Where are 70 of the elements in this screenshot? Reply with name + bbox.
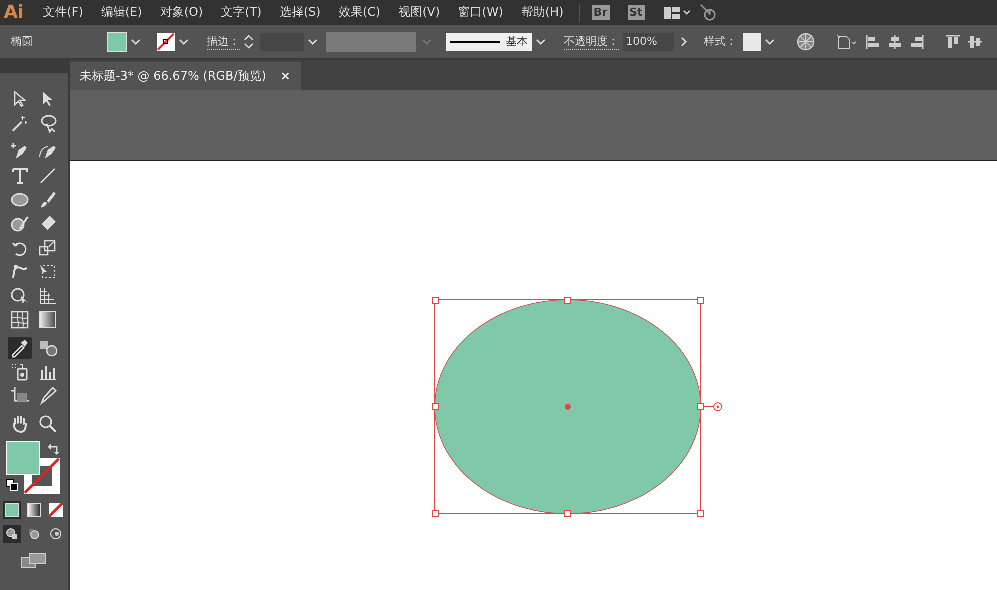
menu-item[interactable]: 选择(S) [270, 4, 330, 21]
align-right-icon[interactable] [909, 34, 925, 50]
line-icon [38, 166, 58, 186]
gradient-mode-button[interactable] [25, 501, 43, 519]
menu-item[interactable]: 文件(F) [34, 4, 92, 21]
fill-swatch[interactable] [107, 32, 127, 52]
caret-icon[interactable] [131, 38, 141, 44]
gradient-icon [38, 310, 58, 330]
document-icon[interactable] [835, 34, 859, 50]
draw-inside-icon [50, 528, 62, 540]
mesh-icon [10, 310, 30, 330]
none-swatch-icon [49, 503, 63, 517]
menu-item[interactable]: 对象(O) [151, 4, 212, 21]
screen-mode-icon[interactable] [21, 553, 47, 569]
caret-icon[interactable] [308, 38, 318, 44]
none-mode-button[interactable] [47, 501, 65, 519]
style-swatch[interactable] [743, 32, 761, 50]
brush-icon [38, 190, 58, 210]
eyedropper-tool-button[interactable] [8, 337, 32, 359]
menu-item[interactable]: 编辑(E) [92, 4, 152, 21]
opacity-field[interactable]: 100% [623, 32, 674, 50]
recolor-icon[interactable] [797, 32, 815, 50]
draw-normal-icon [6, 528, 18, 540]
draw-normal-button[interactable] [3, 525, 21, 543]
chevron-right-icon[interactable] [680, 36, 688, 46]
app-launch-button[interactable]: Br [592, 5, 610, 20]
app-launch-button[interactable]: St [628, 5, 645, 20]
align-middle-icon[interactable] [967, 34, 983, 50]
menu-item[interactable]: 文字(T) [212, 4, 271, 21]
align-center-icon[interactable] [887, 34, 903, 50]
document-tab[interactable]: 未标题-3* @ 66.67% (RGB/预览) × [70, 62, 301, 90]
shaper-icon [10, 214, 30, 234]
default-colors-icon[interactable] [6, 479, 18, 491]
stroke-label[interactable]: 描边： [207, 34, 240, 50]
perspective-grid-icon [38, 286, 58, 306]
align-top-icon[interactable] [945, 34, 961, 50]
menu-item[interactable]: 视图(V) [390, 4, 450, 21]
style-label: 样式： [704, 34, 737, 49]
menu-item[interactable]: 帮助(H) [512, 4, 573, 21]
magic-wand-icon [10, 114, 30, 134]
opacity-label[interactable]: 不透明度： [564, 34, 619, 50]
app-logo: Ai [3, 2, 26, 23]
pen-icon [10, 142, 30, 162]
caret-icon[interactable] [765, 38, 775, 44]
caret-icon[interactable] [179, 38, 189, 44]
object-type-label: 椭圆 [10, 34, 34, 49]
eyedropper-icon [10, 338, 30, 358]
eraser-icon [38, 214, 58, 234]
color-mode-button[interactable] [3, 501, 21, 519]
close-tab-button[interactable]: × [280, 69, 291, 83]
spinner-icon[interactable] [244, 34, 254, 50]
blend-icon [38, 338, 58, 358]
caret-icon [422, 38, 432, 44]
no-stroke-swatch[interactable] [157, 32, 175, 50]
swap-arrow-icon[interactable] [48, 443, 60, 455]
menu-item[interactable]: 窗口(W) [449, 4, 512, 21]
align-left-icon[interactable] [865, 34, 881, 50]
variable-width-field[interactable] [326, 32, 416, 52]
fill-color-swatch[interactable] [6, 441, 40, 475]
scale-icon [38, 238, 58, 258]
sprayer-icon [10, 362, 30, 382]
menu-item[interactable]: 效果(C) [330, 4, 390, 21]
document-title: 未标题-3* @ 66.67% (RGB/预览) [80, 68, 266, 84]
brush-profile-dropdown[interactable]: 基本 [446, 32, 532, 50]
zoom-icon [38, 414, 58, 434]
layout-icon[interactable] [662, 6, 691, 20]
caret-icon[interactable] [536, 38, 546, 44]
draw-behind-icon [28, 528, 40, 540]
type-icon [10, 166, 30, 186]
hand-icon [10, 414, 30, 434]
